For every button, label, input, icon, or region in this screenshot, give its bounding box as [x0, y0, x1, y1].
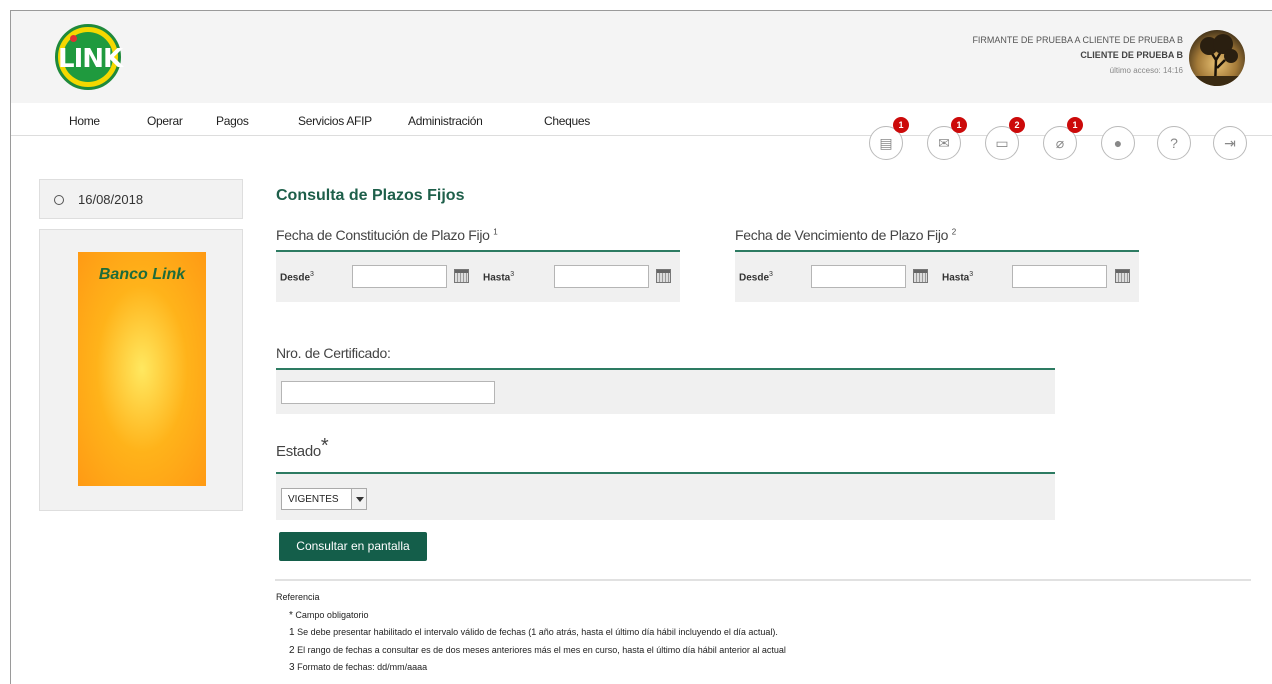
reference-text: Campo obligatorio	[295, 609, 369, 620]
link-logo[interactable]: LINK	[55, 24, 123, 90]
help-button[interactable]: ?	[1157, 126, 1191, 160]
chevron-down-icon	[351, 489, 366, 509]
logout-button[interactable]: ⇥	[1213, 126, 1247, 160]
required-asterisk: *	[320, 435, 329, 457]
avatar-tree-image	[1189, 34, 1245, 86]
attachments-badge: 1	[1067, 117, 1083, 133]
constitucion-hasta-label: Hasta3	[483, 271, 514, 283]
estado-select[interactable]: VIGENTES	[281, 488, 367, 510]
reference-mark: *	[289, 609, 293, 621]
estado-selected: VIGENTES	[288, 494, 339, 505]
nav-pagos[interactable]: Pagos	[216, 114, 249, 128]
constitucion-title: Fecha de Constitución de Plazo Fijo 1	[276, 227, 498, 243]
page-title: Consulta de Plazos Fijos	[276, 187, 465, 204]
messages-button[interactable]: ✉ 1	[927, 117, 967, 160]
logo-text: LINK	[58, 44, 123, 74]
calendar-icon[interactable]	[656, 269, 671, 283]
current-date: 16/08/2018	[78, 192, 144, 207]
reference-text: Se debe presentar habilitado el interval…	[297, 627, 778, 637]
nav-cheques[interactable]: Cheques	[544, 114, 590, 128]
logo-dot	[70, 35, 77, 42]
avatar[interactable]	[1189, 30, 1245, 86]
estado-title-text: Estado	[276, 443, 321, 460]
promo-banner[interactable]: Banco Link	[78, 252, 206, 486]
constitucion-desde-input[interactable]	[352, 265, 447, 288]
folders-button[interactable]: ▭ 2	[985, 117, 1025, 160]
reference-mark: 2	[289, 644, 295, 656]
vencimiento-desde-text: Desde	[739, 272, 770, 284]
consultar-button[interactable]: Consultar en pantalla	[279, 532, 427, 561]
calendar-icon[interactable]	[1115, 269, 1130, 283]
calendar-icon[interactable]	[454, 269, 469, 283]
app-frame: LINK FIRMANTE DE PRUEBA A CLIENTE DE PRU…	[10, 10, 1272, 684]
references-title: Referencia	[276, 592, 320, 602]
constitucion-hasta-text: Hasta	[483, 272, 511, 284]
reference-item: 3 Formato de fechas: dd/mm/aaaa	[276, 659, 786, 677]
messages-badge: 1	[951, 117, 967, 133]
constitucion-desde-label: Desde3	[280, 271, 314, 283]
nav-administracion[interactable]: Administración	[408, 114, 483, 128]
document-icon: ▤	[879, 134, 893, 151]
reference-mark: 3	[289, 662, 295, 673]
certificado-input[interactable]	[281, 381, 495, 404]
documents-badge: 1	[893, 117, 909, 133]
folders-badge: 2	[1009, 117, 1025, 133]
vencimiento-sup: 2	[951, 227, 956, 237]
clock-icon	[54, 195, 64, 205]
user-client: CLIENTE DE PRUEBA B	[1080, 50, 1183, 60]
attachment-icon: ⌀	[1055, 134, 1065, 151]
sidebar-banner-box: Banco Link	[39, 229, 243, 511]
top-bar: LINK FIRMANTE DE PRUEBA A CLIENTE DE PRU…	[11, 11, 1272, 103]
references: Referencia * Campo obligatorio 1 Se debe…	[276, 589, 786, 677]
folder-icon: ▭	[995, 134, 1009, 151]
reference-item: * Campo obligatorio	[276, 607, 786, 625]
certificado-title: Nro. de Certificado:	[276, 345, 391, 361]
reference-mark: 1	[289, 627, 295, 638]
profile-button[interactable]: ●	[1101, 126, 1135, 160]
vencimiento-title-text: Fecha de Vencimiento de Plazo Fijo	[735, 227, 949, 243]
help-icon: ?	[1170, 135, 1178, 151]
nav-servicios-afip[interactable]: Servicios AFIP	[298, 114, 372, 128]
reference-item: 2 El rango de fechas a consultar es de d…	[276, 642, 786, 660]
last-access: último acceso: 14:16	[1109, 66, 1183, 75]
constitucion-desde-sup: 3	[310, 271, 314, 278]
reference-text: Formato de fechas: dd/mm/aaaa	[297, 662, 428, 672]
constitucion-hasta-input[interactable]	[554, 265, 649, 288]
documents-button[interactable]: ▤ 1	[869, 117, 909, 160]
constitucion-title-text: Fecha de Constitución de Plazo Fijo	[276, 227, 490, 243]
vencimiento-desde-input[interactable]	[811, 265, 906, 288]
vencimiento-hasta-text: Hasta	[942, 272, 970, 284]
calendar-icon[interactable]	[913, 269, 928, 283]
vencimiento-desde-label: Desde3	[739, 271, 773, 283]
user-signer: FIRMANTE DE PRUEBA A CLIENTE DE PRUEBA B	[972, 35, 1183, 45]
vencimiento-hasta-sup: 3	[969, 271, 974, 278]
attachments-button[interactable]: ⌀ 1	[1043, 117, 1083, 160]
banner-text: Banco Link	[98, 266, 186, 283]
nav-operar[interactable]: Operar	[147, 114, 183, 128]
mail-icon: ✉	[938, 134, 950, 151]
main-nav: Home Operar Pagos Servicios AFIP Adminis…	[11, 103, 1272, 136]
references-divider	[275, 579, 1251, 581]
estado-title: Estado*	[276, 435, 329, 466]
reference-item: 1 Se debe presentar habilitado el interv…	[276, 624, 786, 642]
vencimiento-title: Fecha de Vencimiento de Plazo Fijo 2	[735, 227, 956, 243]
user-icon: ●	[1113, 135, 1123, 151]
constitucion-hasta-sup: 3	[510, 271, 515, 278]
vencimiento-hasta-label: Hasta3	[942, 271, 973, 283]
logout-icon: ⇥	[1224, 134, 1236, 151]
vencimiento-desde-sup: 3	[769, 271, 773, 278]
estado-row	[276, 474, 1055, 520]
constitucion-sup: 1	[493, 227, 498, 237]
constitucion-desde-text: Desde	[280, 272, 311, 284]
nav-home[interactable]: Home	[69, 114, 100, 128]
reference-text: El rango de fechas a consultar es de dos…	[297, 644, 786, 655]
vencimiento-hasta-input[interactable]	[1012, 265, 1107, 288]
user-info: FIRMANTE DE PRUEBA A CLIENTE DE PRUEBA B…	[972, 33, 1183, 78]
date-box: 16/08/2018	[39, 179, 243, 219]
